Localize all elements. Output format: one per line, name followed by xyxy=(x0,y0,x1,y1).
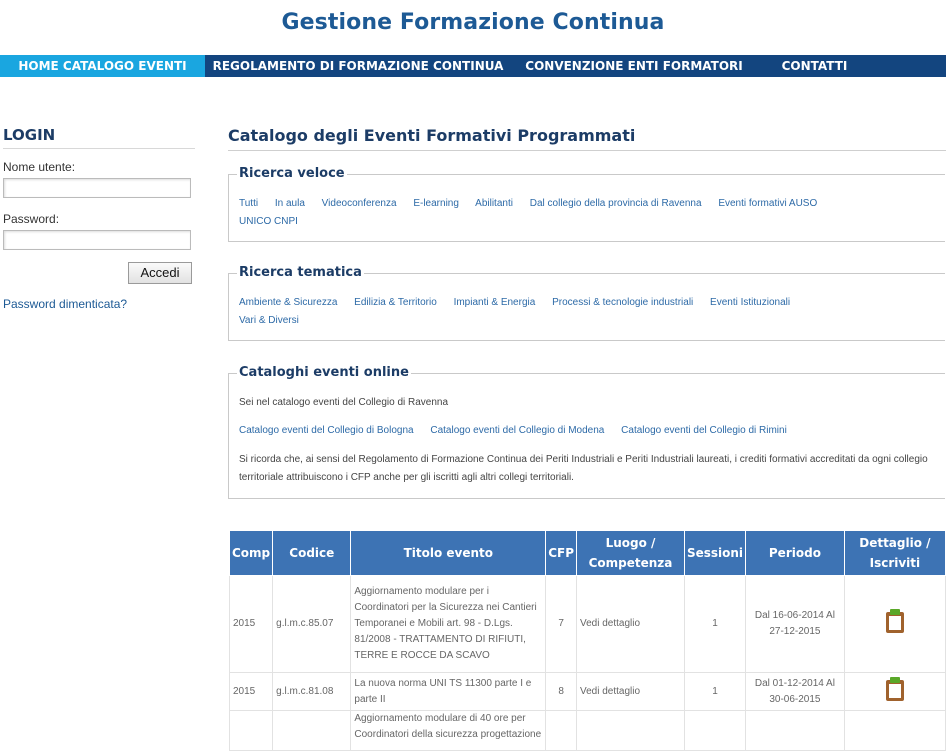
col-header-titolo[interactable]: Titolo evento xyxy=(350,530,547,576)
cell-cfp: 8 xyxy=(545,672,577,711)
clipboard-icon[interactable] xyxy=(884,676,906,702)
theme-link-eventi-istituzionali[interactable]: Eventi Istituzionali xyxy=(710,297,790,308)
theme-link-processi-tecnologie[interactable]: Processi & tecnologie industriali xyxy=(552,297,693,308)
theme-link-edilizia-territorio[interactable]: Edilizia & Territorio xyxy=(354,297,437,308)
events-table: Comp Codice Titolo evento CFP Luogo / Co… xyxy=(228,530,946,751)
login-button[interactable]: Accedi xyxy=(128,262,192,284)
cell-periodo xyxy=(745,710,845,751)
cell-cfp: 7 xyxy=(545,575,577,673)
login-title: LOGIN xyxy=(3,126,195,149)
cell-comp xyxy=(228,710,274,751)
cell-sessioni xyxy=(683,710,747,751)
quick-link-eventi-auso[interactable]: Eventi formativi AUSO xyxy=(718,198,817,209)
catalog-link-rimini[interactable]: Catalogo eventi del Collegio di Rimini xyxy=(621,425,787,436)
cell-codice: g.l.m.c.85.07 xyxy=(272,575,352,673)
cell-comp: 2015 xyxy=(228,575,274,673)
quick-link-collegio-ravenna[interactable]: Dal collegio della provincia di Ravenna xyxy=(530,198,702,209)
thematic-search-box: Ricerca tematica Ambiente & Sicurezza Ed… xyxy=(228,265,945,341)
nav-contatti[interactable]: CONTATTI xyxy=(757,55,872,77)
cell-dettaglio xyxy=(843,710,946,751)
password-label: Password: xyxy=(3,212,60,226)
cell-sessioni: 1 xyxy=(683,672,747,711)
cell-sessioni: 1 xyxy=(683,575,747,673)
cell-codice xyxy=(272,710,352,751)
clipboard-icon[interactable] xyxy=(884,608,906,634)
quick-link-videoconferenza[interactable]: Videoconferenza xyxy=(322,198,397,209)
col-header-dettaglio: Dettaglio / Iscriviti xyxy=(843,530,946,576)
online-catalogs-legend: Cataloghi eventi online xyxy=(237,365,411,380)
cell-periodo: Dal 01-12-2014 Al 30-06-2015 xyxy=(745,672,845,711)
theme-link-impianti-energia[interactable]: Impianti & Energia xyxy=(454,297,536,308)
table-row: 2015 g.l.m.c.81.08 La nuova norma UNI TS… xyxy=(228,672,946,711)
username-label: Nome utente: xyxy=(3,160,76,174)
col-header-sessioni[interactable]: Sessioni xyxy=(683,530,747,576)
quick-search-legend: Ricerca veloce xyxy=(237,166,347,181)
cell-luogo: Vedi dettaglio xyxy=(576,575,685,673)
quick-link-e-learning[interactable]: E-learning xyxy=(413,198,459,209)
col-header-periodo[interactable]: Periodo xyxy=(745,530,845,576)
catalog-link-modena[interactable]: Catalogo eventi del Collegio di Modena xyxy=(430,425,604,436)
col-header-cfp[interactable]: CFP xyxy=(545,530,577,576)
online-catalogs-intro: Sei nel catalogo eventi del Collegio di … xyxy=(239,397,449,408)
table-row: 2015 g.l.m.c.85.07 Aggiornamento modular… xyxy=(228,575,946,673)
cell-titolo: Aggiornamento modulare per i Coordinator… xyxy=(350,575,547,673)
cell-luogo: Vedi dettaglio xyxy=(576,672,685,711)
username-input[interactable] xyxy=(3,178,191,198)
col-header-codice[interactable]: Codice xyxy=(272,530,352,576)
nav-convenzione[interactable]: CONVENZIONE ENTI FORMATORI xyxy=(511,55,757,77)
cell-dettaglio xyxy=(843,672,946,711)
cell-periodo: Dal 16-06-2014 Al 27-12-2015 xyxy=(745,575,845,673)
quick-search-box: Ricerca veloce Tutti In aula Videoconfer… xyxy=(228,166,945,242)
col-header-comp[interactable]: Comp xyxy=(228,530,274,576)
cell-dettaglio xyxy=(843,575,946,673)
theme-link-ambiente-sicurezza[interactable]: Ambiente & Sicurezza xyxy=(239,297,337,308)
nav-regolamento[interactable]: REGOLAMENTO DI FORMAZIONE CONTINUA xyxy=(205,55,511,77)
table-header-row: Comp Codice Titolo evento CFP Luogo / Co… xyxy=(228,530,946,576)
page-title: Catalogo degli Eventi Formativi Programm… xyxy=(228,126,946,151)
online-catalogs-note: Si ricorda che, ai sensi del Regolamento… xyxy=(239,454,928,483)
table-row: Aggiornamento modulare di 40 ore per Coo… xyxy=(228,710,946,751)
main-content: Catalogo degli Eventi Formativi Programm… xyxy=(228,126,946,499)
quick-link-abilitanti[interactable]: Abilitanti xyxy=(475,198,513,209)
cell-titolo: Aggiornamento modulare di 40 ore per Coo… xyxy=(350,710,547,751)
login-panel: LOGIN Nome utente: Password: Accedi Pass… xyxy=(3,126,195,311)
thematic-search-legend: Ricerca tematica xyxy=(237,265,364,280)
password-input[interactable] xyxy=(3,230,191,250)
quick-link-in-aula[interactable]: In aula xyxy=(275,198,305,209)
cell-luogo xyxy=(576,710,685,751)
nav-home-catalogo-eventi[interactable]: HOME CATALOGO EVENTI xyxy=(0,55,205,77)
theme-link-vari-diversi[interactable]: Vari & Diversi xyxy=(239,315,299,326)
thematic-search-links: Ambiente & Sicurezza Edilizia & Territor… xyxy=(239,294,929,330)
forgot-password-link[interactable]: Password dimenticata? xyxy=(3,297,127,311)
site-title: Gestione Formazione Continua xyxy=(281,10,665,35)
online-catalogs-links: Catalogo eventi del Collegio di Bologna … xyxy=(239,422,929,440)
cell-titolo: La nuova norma UNI TS 11300 parte I e pa… xyxy=(350,672,547,711)
cell-cfp xyxy=(545,710,577,751)
col-header-luogo[interactable]: Luogo / Competenza xyxy=(576,530,685,576)
quick-search-links: Tutti In aula Videoconferenza E-learning… xyxy=(239,195,929,231)
main-nav: HOME CATALOGO EVENTI REGOLAMENTO DI FORM… xyxy=(0,55,946,77)
quick-link-unico-cnpi[interactable]: UNICO CNPI xyxy=(239,216,298,227)
cell-comp: 2015 xyxy=(228,672,274,711)
quick-link-tutti[interactable]: Tutti xyxy=(239,198,258,209)
cell-codice: g.l.m.c.81.08 xyxy=(272,672,352,711)
online-catalogs-box: Cataloghi eventi online Sei nel catalogo… xyxy=(228,365,945,499)
catalog-link-bologna[interactable]: Catalogo eventi del Collegio di Bologna xyxy=(239,425,414,436)
